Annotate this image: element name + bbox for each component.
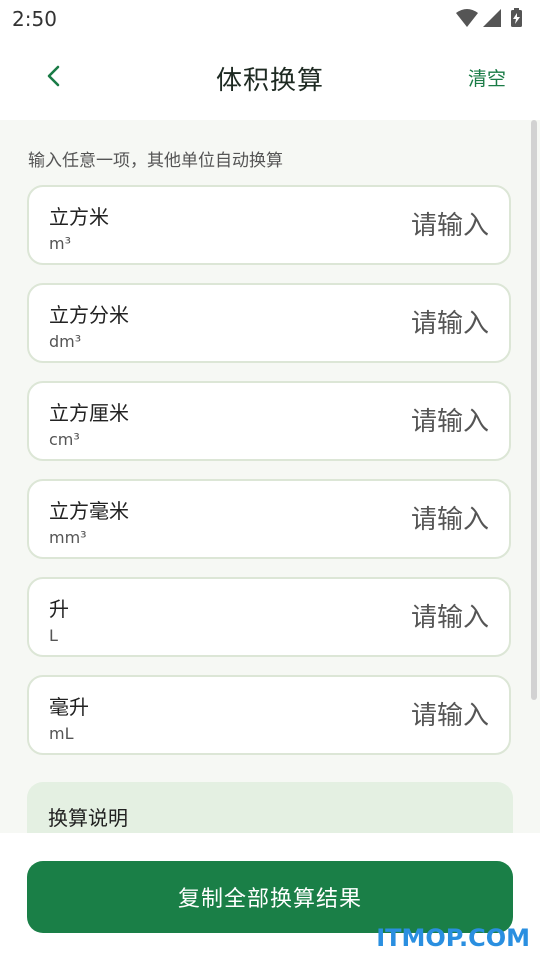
unit-card-cubic-meter[interactable]: 立方米 m³ bbox=[27, 185, 511, 265]
status-time: 2:50 bbox=[12, 7, 57, 31]
unit-symbol: mm³ bbox=[49, 528, 87, 547]
app-bar: 体积换算 清空 bbox=[0, 36, 540, 120]
cubic-millimeter-input[interactable] bbox=[287, 499, 491, 541]
bottom-area: 复制全部换算结果 ITMOP.COM bbox=[0, 833, 540, 960]
status-icons bbox=[456, 8, 526, 28]
conversion-note-card: 换算说明 bbox=[27, 782, 513, 833]
cubic-centimeter-input[interactable] bbox=[287, 401, 491, 443]
content-area: 输入任意一项，其他单位自动换算 立方米 m³ 立方分米 dm³ 立方厘米 cm³… bbox=[0, 120, 540, 833]
unit-name: 立方米 bbox=[49, 205, 109, 229]
unit-symbol: m³ bbox=[49, 234, 71, 253]
status-bar: 2:50 bbox=[0, 0, 540, 36]
unit-name: 立方厘米 bbox=[49, 401, 129, 425]
liter-input[interactable] bbox=[287, 597, 491, 639]
unit-card-cubic-centimeter[interactable]: 立方厘米 cm³ bbox=[27, 381, 511, 461]
page-title: 体积换算 bbox=[215, 66, 324, 96]
unit-card-cubic-millimeter[interactable]: 立方毫米 mm³ bbox=[27, 479, 511, 559]
copy-all-results-button[interactable]: 复制全部换算结果 bbox=[27, 861, 513, 933]
clear-button[interactable]: 清空 bbox=[468, 64, 506, 91]
unit-name: 立方分米 bbox=[49, 303, 129, 327]
unit-name: 毫升 bbox=[49, 695, 89, 719]
unit-symbol: dm³ bbox=[49, 332, 82, 351]
cubic-meter-input[interactable] bbox=[287, 205, 491, 247]
unit-card-liter[interactable]: 升 L bbox=[27, 577, 511, 657]
unit-symbol: L bbox=[49, 626, 58, 645]
unit-name: 升 bbox=[49, 597, 69, 621]
wifi-icon bbox=[456, 9, 478, 27]
note-title: 换算说明 bbox=[48, 806, 128, 830]
watermark: ITMOP.COM bbox=[376, 924, 530, 952]
hint-text: 输入任意一项，其他单位自动换算 bbox=[28, 151, 283, 171]
signal-icon bbox=[483, 9, 501, 27]
battery-charging-icon bbox=[511, 8, 522, 27]
scrollbar[interactable] bbox=[531, 120, 537, 700]
unit-card-cubic-decimeter[interactable]: 立方分米 dm³ bbox=[27, 283, 511, 363]
unit-symbol: cm³ bbox=[49, 430, 80, 449]
milliliter-input[interactable] bbox=[287, 695, 491, 737]
unit-symbol: mL bbox=[49, 724, 74, 743]
unit-card-milliliter[interactable]: 毫升 mL bbox=[27, 675, 511, 755]
cubic-decimeter-input[interactable] bbox=[287, 303, 491, 345]
unit-name: 立方毫米 bbox=[49, 499, 129, 523]
